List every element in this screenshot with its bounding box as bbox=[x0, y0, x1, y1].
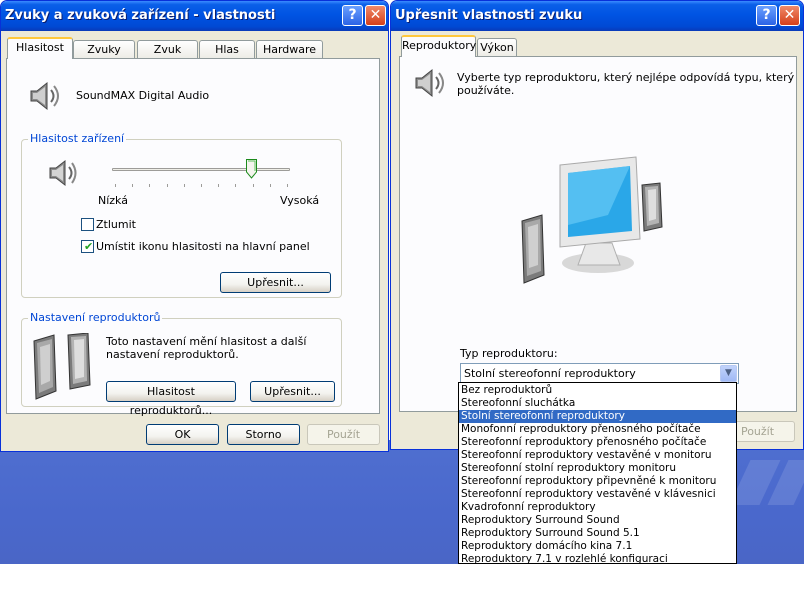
tray-icon-label: Umístit ikonu hlasitosti na hlavní panel bbox=[96, 240, 310, 253]
volume-low-label: Nízká bbox=[98, 194, 128, 207]
tab-hardware[interactable]: Hardware bbox=[256, 40, 323, 59]
volume-slider-track[interactable] bbox=[112, 168, 290, 171]
help-button[interactable]: ? bbox=[342, 5, 363, 26]
instruction-line2: používáte. bbox=[457, 84, 515, 97]
speaker-settings-legend: Nastavení reproduktorů bbox=[28, 311, 163, 324]
speaker-type-label: Typ reproduktoru: bbox=[460, 347, 558, 360]
speaker-type-select[interactable]: Stolní stereofonní reproduktory ▼ bbox=[460, 363, 739, 384]
tab-audio[interactable]: Zvuk bbox=[137, 40, 198, 59]
speaker-type-dropdown-list[interactable]: Bez reproduktorů Stereofonní sluchátka Sto… bbox=[458, 382, 737, 564]
window-titlebar[interactable]: Upřesnit vlastnosti zvuku bbox=[391, 1, 803, 31]
tab-page: Vyberte typ reproduktoru, který nejlépe … bbox=[399, 56, 797, 412]
slider-tick bbox=[269, 184, 271, 187]
window-title: Upřesnit vlastnosti zvuku bbox=[395, 8, 583, 23]
speaker-settings-group: Nastavení reproduktorů Toto nastavení mě… bbox=[21, 311, 342, 417]
dropdown-option[interactable]: Monofonní reproduktory přenosného počíta… bbox=[459, 423, 736, 436]
speaker-advanced-button[interactable]: Upřesnit... bbox=[250, 381, 335, 402]
device-volume-legend: Hlasitost zařízení bbox=[28, 132, 127, 145]
tab-voice[interactable]: Hlas bbox=[199, 40, 255, 59]
tab-performance[interactable]: Výkon bbox=[477, 38, 517, 57]
mute-label: Ztlumit bbox=[96, 218, 136, 231]
device-name: SoundMAX Digital Audio bbox=[76, 89, 210, 102]
speaker-desc-line1: Toto nastavení mění hlasitost a další bbox=[106, 335, 307, 348]
dropdown-option[interactable]: Stereofonní stolní reproduktory monitoru bbox=[459, 462, 736, 475]
dropdown-option[interactable]: Reproduktory 7.1 v rozlehlé konfiguraci bbox=[459, 553, 736, 563]
speaker-icon bbox=[30, 81, 59, 111]
volume-advanced-button[interactable]: Upřesnit... bbox=[220, 272, 331, 293]
slider-tick bbox=[252, 184, 254, 187]
ok-button[interactable]: OK bbox=[146, 424, 219, 445]
monitor-speakers-illustration bbox=[521, 156, 663, 284]
tray-icon-checkbox[interactable]: ✔ bbox=[81, 240, 94, 253]
speaker-desc-line2: nastavení reproduktorů. bbox=[106, 348, 239, 361]
checkmark-icon: ✔ bbox=[84, 240, 94, 253]
close-button[interactable]: ✕ bbox=[365, 5, 386, 26]
tab-page: SoundMAX Digital Audio Hlasitost zařízen… bbox=[6, 58, 380, 417]
speaker-volume-button[interactable]: Hlasitost reproduktorů... bbox=[106, 381, 236, 417]
dropdown-option[interactable]: Stereofonní reproduktory vestavěné v mon… bbox=[459, 449, 736, 462]
window-titlebar[interactable]: Zvuky a zvuková zařízení - vlastnosti bbox=[1, 1, 388, 31]
slider-tick bbox=[218, 184, 220, 187]
window-title: Zvuky a zvuková zařízení - vlastnosti bbox=[5, 8, 276, 23]
screen: Zvuky a zvuková zařízení - vlastnosti ? … bbox=[0, 0, 804, 600]
apply-button[interactable]: Použít bbox=[307, 424, 380, 445]
mute-checkbox[interactable] bbox=[81, 218, 94, 231]
volume-slider-thumb[interactable] bbox=[245, 159, 257, 179]
close-button[interactable]: ✕ bbox=[779, 5, 800, 26]
dropdown-option[interactable]: Kvadrofonní reproduktory bbox=[459, 501, 736, 514]
dropdown-option[interactable]: Stereofonní reproduktory přenosného počí… bbox=[459, 436, 736, 449]
cancel-button[interactable]: Storno bbox=[227, 424, 300, 445]
speaker-type-selected: Stolní stereofonní reproduktory bbox=[464, 367, 636, 380]
sound-properties-window: Zvuky a zvuková zařízení - vlastnosti ? … bbox=[0, 0, 389, 452]
dropdown-option[interactable]: Reproduktory domácího kina 7.1 bbox=[459, 540, 736, 553]
speaker-icon bbox=[415, 68, 444, 98]
speakers-icon bbox=[33, 333, 91, 400]
dropdown-option[interactable]: Stereofonní reproduktory připevněné k mo… bbox=[459, 475, 736, 488]
dropdown-option[interactable]: Reproduktory Surround Sound 5.1 bbox=[459, 527, 736, 540]
dropdown-option[interactable]: Bez reproduktorů bbox=[459, 384, 736, 397]
slider-tick bbox=[166, 184, 168, 187]
tab-speakers[interactable]: Reproduktory bbox=[401, 35, 476, 57]
instruction-line1: Vyberte typ reproduktoru, který nejlépe … bbox=[457, 71, 795, 84]
tab-sounds[interactable]: Zvuky bbox=[73, 40, 135, 59]
slider-tick bbox=[183, 184, 185, 187]
slider-tick bbox=[235, 184, 237, 187]
slider-tick bbox=[132, 184, 134, 187]
help-button[interactable]: ? bbox=[756, 5, 777, 26]
dropdown-option[interactable]: Stereofonní reproduktory vestavěné v klá… bbox=[459, 488, 736, 501]
volume-high-label: Vysoká bbox=[280, 194, 320, 207]
slider-tick bbox=[201, 184, 202, 187]
chevron-down-icon[interactable]: ▼ bbox=[720, 365, 737, 382]
tab-volume[interactable]: Hlasitost bbox=[7, 37, 73, 59]
dropdown-option[interactable]: Stolní stereofonní reproduktory bbox=[459, 410, 736, 423]
slider-tick bbox=[115, 184, 116, 187]
slider-tick bbox=[287, 184, 288, 187]
device-volume-group: Hlasitost zařízení Nízká Vysoká Ztlumit bbox=[21, 132, 342, 298]
slider-tick bbox=[149, 184, 151, 187]
volume-speaker-icon bbox=[49, 159, 77, 187]
dropdown-option[interactable]: Stereofonní sluchátka bbox=[459, 397, 736, 410]
dropdown-option[interactable]: Reproduktory Surround Sound bbox=[459, 514, 736, 527]
